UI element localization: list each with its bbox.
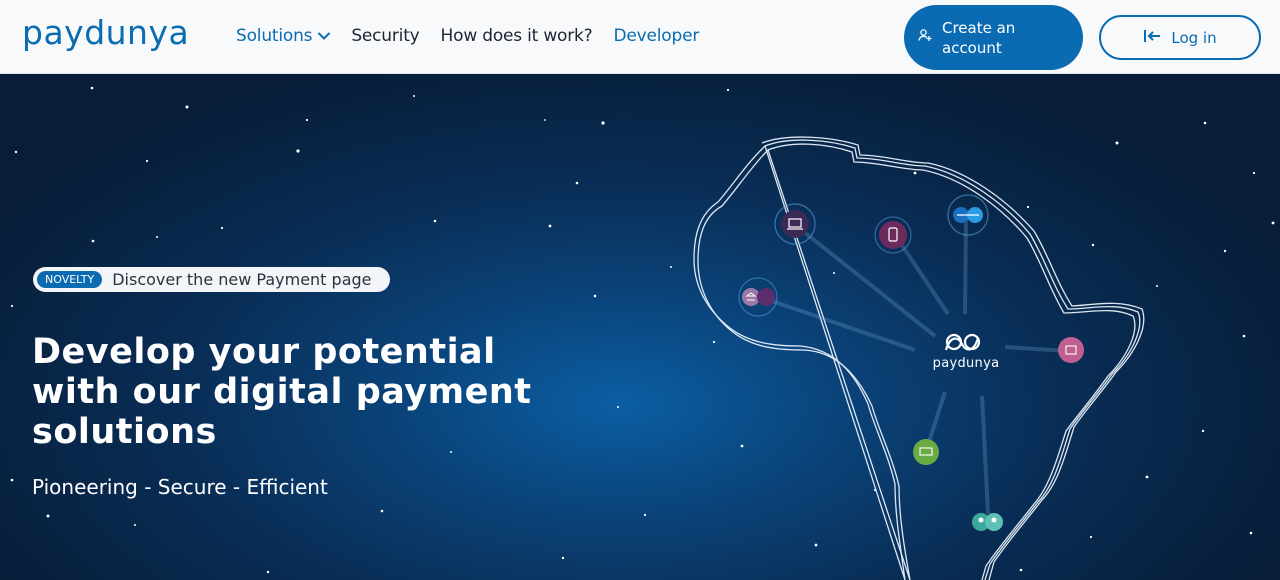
nav-solutions-label: Solutions [236,26,313,46]
node-money [913,439,939,465]
nav-developer-label: Developer [613,26,700,46]
main-nav: Solutions Security How does it work? Dev… [236,26,720,46]
nav-how-it-works-label: How does it work? [440,26,593,46]
map-logo-word: paydunya [932,356,1000,371]
node-laptop [774,203,816,245]
africa-network-map [693,136,1145,580]
hero-tagline: Pioneering - Secure - Efficient [32,475,328,499]
paydunya-logo[interactable]: paydunya [22,16,189,49]
novelty-banner[interactable]: NOVELTY Discover the new Payment page [33,267,390,292]
map-center-logo: paydunya [930,330,1002,371]
node-people [972,513,1003,531]
nav-developer[interactable]: Developer [614,26,700,46]
hero-headline: Develop your potential with our digital … [32,332,532,452]
node-transfer [947,194,989,236]
novelty-text: Discover the new Payment page [112,270,372,289]
nav-security[interactable]: Security [351,26,419,46]
chevron-down-icon [318,32,331,40]
node-bank [738,277,778,317]
site-header: paydunya Solutions Security How does it … [0,0,1280,74]
node-phone [874,216,912,254]
login-label: Log in [1171,28,1217,47]
nav-how-it-works[interactable]: How does it work? [441,26,593,46]
nav-solutions[interactable]: Solutions [236,26,331,46]
create-account-button[interactable]: Create an account [904,5,1083,70]
login-arrow-icon [1143,29,1161,47]
novelty-tag: NOVELTY [37,271,103,288]
nav-security-label: Security [351,26,420,46]
hero-section: paydunya NOVELTY Discover the new Paymen… [0,74,1280,580]
create-account-label: Create an account [942,18,1016,57]
login-button[interactable]: Log in [1099,15,1261,60]
user-plus-icon [918,28,932,47]
node-shop [1058,337,1084,363]
